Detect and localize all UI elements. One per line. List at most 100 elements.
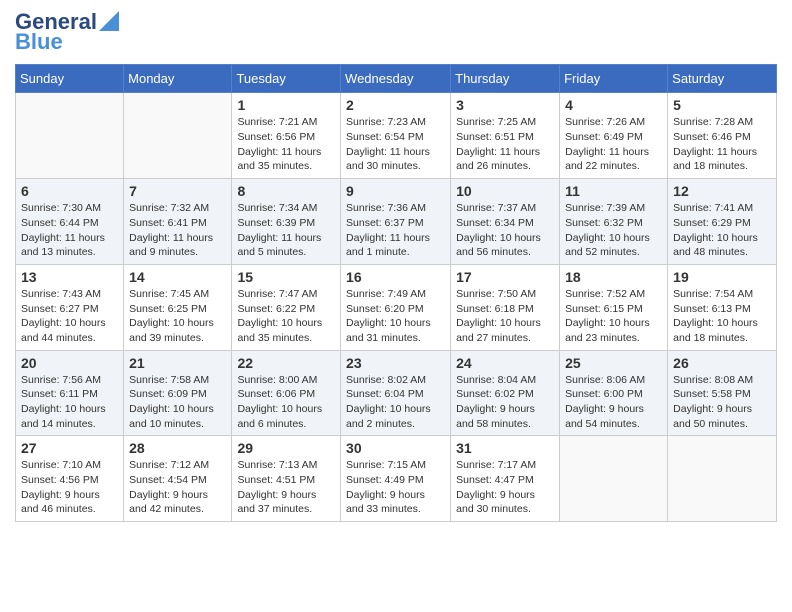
calendar-cell: 8 Sunrise: 7:34 AMSunset: 6:39 PMDaylight… (232, 179, 341, 265)
day-content: Sunrise: 7:28 AMSunset: 6:46 PMDaylight:… (673, 115, 771, 174)
day-content: Sunrise: 7:25 AMSunset: 6:51 PMDaylight:… (456, 115, 554, 174)
day-content: Sunrise: 8:00 AMSunset: 6:06 PMDaylight:… (237, 373, 335, 432)
calendar-cell: 10 Sunrise: 7:37 AMSunset: 6:34 PMDayligh… (451, 179, 560, 265)
day-content: Sunrise: 7:34 AMSunset: 6:39 PMDaylight:… (237, 201, 335, 260)
day-number: 2 (346, 97, 445, 113)
logo: General Blue (15, 10, 119, 54)
day-number: 27 (21, 440, 118, 456)
day-content: Sunrise: 7:43 AMSunset: 6:27 PMDaylight:… (21, 287, 118, 346)
calendar-table: SundayMondayTuesdayWednesdayThursdayFrid… (15, 64, 777, 522)
day-content: Sunrise: 8:04 AMSunset: 6:02 PMDaylight:… (456, 373, 554, 432)
calendar-cell: 27 Sunrise: 7:10 AMSunset: 4:56 PMDayligh… (16, 436, 124, 522)
day-content: Sunrise: 7:21 AMSunset: 6:56 PMDaylight:… (237, 115, 335, 174)
calendar-cell: 17 Sunrise: 7:50 AMSunset: 6:18 PMDayligh… (451, 264, 560, 350)
calendar-cell: 13 Sunrise: 7:43 AMSunset: 6:27 PMDayligh… (16, 264, 124, 350)
calendar-cell (124, 93, 232, 179)
calendar-cell: 5 Sunrise: 7:28 AMSunset: 6:46 PMDaylight… (668, 93, 777, 179)
day-number: 30 (346, 440, 445, 456)
calendar-cell: 26 Sunrise: 8:08 AMSunset: 5:58 PMDayligh… (668, 350, 777, 436)
calendar-cell: 25Sunrise: 8:06 AMSunset: 6:00 PMDayligh… (560, 350, 668, 436)
day-number: 8 (237, 183, 335, 199)
day-number: 6 (21, 183, 118, 199)
day-content: Sunrise: 7:39 AMSunset: 6:32 PMDaylight:… (565, 201, 662, 260)
calendar-header-monday: Monday (124, 65, 232, 93)
logo-icon (99, 7, 119, 31)
day-number: 14 (129, 269, 226, 285)
day-content: Sunrise: 7:45 AMSunset: 6:25 PMDaylight:… (129, 287, 226, 346)
day-content: Sunrise: 7:12 AMSunset: 4:54 PMDaylight:… (129, 458, 226, 517)
day-number: 1 (237, 97, 335, 113)
day-number: 18 (565, 269, 662, 285)
calendar-cell: 14 Sunrise: 7:45 AMSunset: 6:25 PMDayligh… (124, 264, 232, 350)
day-content: Sunrise: 7:47 AMSunset: 6:22 PMDaylight:… (237, 287, 335, 346)
calendar-cell: 30 Sunrise: 7:15 AMSunset: 4:49 PMDayligh… (341, 436, 451, 522)
day-content: Sunrise: 7:37 AMSunset: 6:34 PMDaylight:… (456, 201, 554, 260)
day-content: Sunrise: 7:17 AMSunset: 4:47 PMDaylight:… (456, 458, 554, 517)
calendar-cell: 3Sunrise: 7:25 AMSunset: 6:51 PMDaylight… (451, 93, 560, 179)
day-number: 7 (129, 183, 226, 199)
day-content: Sunrise: 7:52 AMSunset: 6:15 PMDaylight:… (565, 287, 662, 346)
day-number: 21 (129, 355, 226, 371)
logo-text-blue: Blue (15, 30, 63, 54)
calendar-header-saturday: Saturday (668, 65, 777, 93)
header: General Blue (15, 10, 777, 54)
calendar-cell: 9 Sunrise: 7:36 AMSunset: 6:37 PMDaylight… (341, 179, 451, 265)
calendar-cell: 31 Sunrise: 7:17 AMSunset: 4:47 PMDayligh… (451, 436, 560, 522)
day-content: Sunrise: 8:08 AMSunset: 5:58 PMDaylight:… (673, 373, 771, 432)
day-number: 26 (673, 355, 771, 371)
day-content: Sunrise: 7:56 AMSunset: 6:11 PMDaylight:… (21, 373, 118, 432)
day-number: 20 (21, 355, 118, 371)
day-number: 16 (346, 269, 445, 285)
day-content: Sunrise: 7:58 AMSunset: 6:09 PMDaylight:… (129, 373, 226, 432)
day-number: 22 (237, 355, 335, 371)
calendar-cell: 18 Sunrise: 7:52 AMSunset: 6:15 PMDayligh… (560, 264, 668, 350)
day-content: Sunrise: 7:50 AMSunset: 6:18 PMDaylight:… (456, 287, 554, 346)
calendar-cell: 11Sunrise: 7:39 AMSunset: 6:32 PMDayligh… (560, 179, 668, 265)
calendar-cell: 12 Sunrise: 7:41 AMSunset: 6:29 PMDayligh… (668, 179, 777, 265)
calendar-week-row: 27 Sunrise: 7:10 AMSunset: 4:56 PMDayligh… (16, 436, 777, 522)
day-number: 15 (237, 269, 335, 285)
calendar-cell: 21 Sunrise: 7:58 AMSunset: 6:09 PMDayligh… (124, 350, 232, 436)
calendar-header-tuesday: Tuesday (232, 65, 341, 93)
calendar-header-sunday: Sunday (16, 65, 124, 93)
calendar-cell (668, 436, 777, 522)
calendar-cell: 28 Sunrise: 7:12 AMSunset: 4:54 PMDayligh… (124, 436, 232, 522)
page: General Blue SundayMondayTuesdayWednesda… (0, 0, 792, 532)
day-number: 13 (21, 269, 118, 285)
calendar-header-thursday: Thursday (451, 65, 560, 93)
day-number: 5 (673, 97, 771, 113)
day-number: 9 (346, 183, 445, 199)
day-content: Sunrise: 8:06 AMSunset: 6:00 PMDaylight:… (565, 373, 662, 432)
day-number: 19 (673, 269, 771, 285)
day-number: 10 (456, 183, 554, 199)
day-content: Sunrise: 7:54 AMSunset: 6:13 PMDaylight:… (673, 287, 771, 346)
day-content: Sunrise: 7:32 AMSunset: 6:41 PMDaylight:… (129, 201, 226, 260)
calendar-cell: 7 Sunrise: 7:32 AMSunset: 6:41 PMDaylight… (124, 179, 232, 265)
day-number: 23 (346, 355, 445, 371)
calendar-week-row: 13 Sunrise: 7:43 AMSunset: 6:27 PMDayligh… (16, 264, 777, 350)
calendar-header-wednesday: Wednesday (341, 65, 451, 93)
calendar-cell: 1 Sunrise: 7:21 AMSunset: 6:56 PMDaylight… (232, 93, 341, 179)
day-number: 31 (456, 440, 554, 456)
calendar-cell: 22 Sunrise: 8:00 AMSunset: 6:06 PMDayligh… (232, 350, 341, 436)
calendar-cell: 29Sunrise: 7:13 AMSunset: 4:51 PMDayligh… (232, 436, 341, 522)
day-content: Sunrise: 7:23 AMSunset: 6:54 PMDaylight:… (346, 115, 445, 174)
day-content: Sunrise: 7:15 AMSunset: 4:49 PMDaylight:… (346, 458, 445, 517)
calendar-cell: 20 Sunrise: 7:56 AMSunset: 6:11 PMDayligh… (16, 350, 124, 436)
calendar-cell: 6Sunrise: 7:30 AMSunset: 6:44 PMDaylight… (16, 179, 124, 265)
calendar-cell: 16 Sunrise: 7:49 AMSunset: 6:20 PMDayligh… (341, 264, 451, 350)
calendar-week-row: 6Sunrise: 7:30 AMSunset: 6:44 PMDaylight… (16, 179, 777, 265)
day-number: 17 (456, 269, 554, 285)
day-content: Sunrise: 7:26 AMSunset: 6:49 PMDaylight:… (565, 115, 662, 174)
day-number: 24 (456, 355, 554, 371)
calendar-week-row: 1 Sunrise: 7:21 AMSunset: 6:56 PMDaylight… (16, 93, 777, 179)
day-content: Sunrise: 7:49 AMSunset: 6:20 PMDaylight:… (346, 287, 445, 346)
day-content: Sunrise: 7:10 AMSunset: 4:56 PMDaylight:… (21, 458, 118, 517)
day-content: Sunrise: 7:36 AMSunset: 6:37 PMDaylight:… (346, 201, 445, 260)
day-number: 28 (129, 440, 226, 456)
day-content: Sunrise: 7:41 AMSunset: 6:29 PMDaylight:… (673, 201, 771, 260)
calendar-cell (560, 436, 668, 522)
day-number: 12 (673, 183, 771, 199)
calendar-cell: 15 Sunrise: 7:47 AMSunset: 6:22 PMDayligh… (232, 264, 341, 350)
day-content: Sunrise: 8:02 AMSunset: 6:04 PMDaylight:… (346, 373, 445, 432)
